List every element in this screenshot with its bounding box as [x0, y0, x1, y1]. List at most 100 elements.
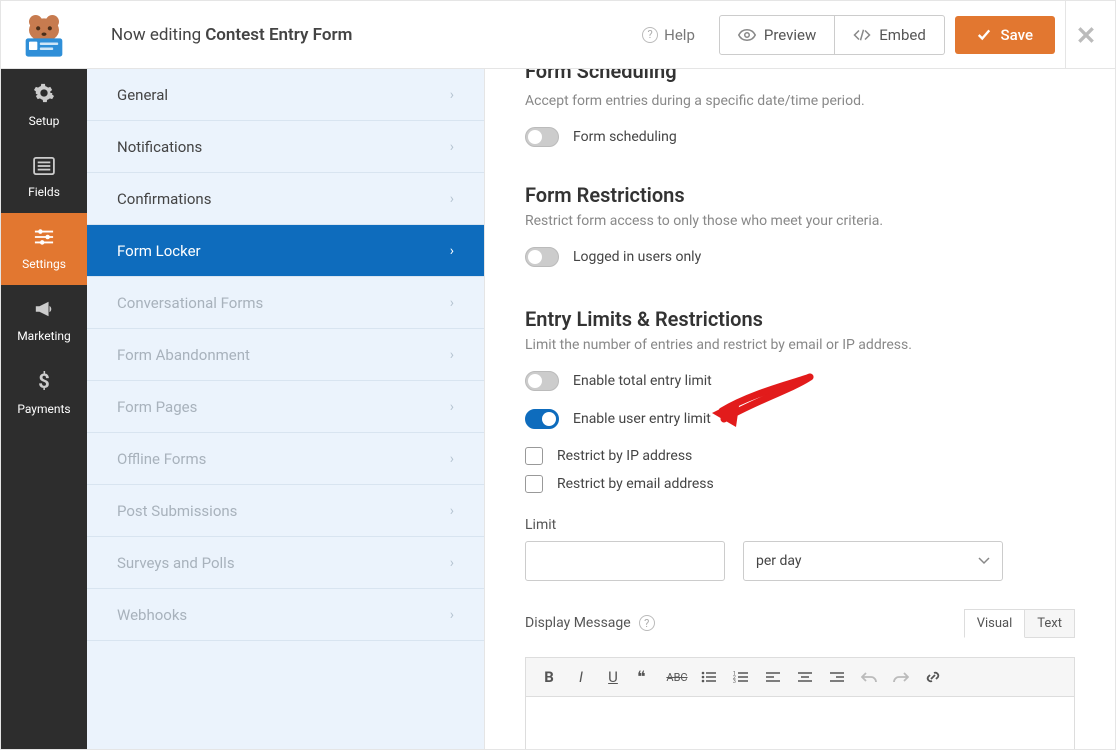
checkbox-restrict-ip[interactable] [525, 447, 543, 465]
rail-item-settings[interactable]: Settings [1, 213, 87, 285]
toggle-label-logged-in: Logged in users only [573, 249, 701, 265]
editing-prefix: Now editing [111, 25, 201, 45]
chevron-right-icon: › [450, 451, 454, 467]
eye-icon [738, 29, 756, 41]
chevron-right-icon: › [450, 243, 454, 259]
bullhorn-icon [33, 299, 55, 324]
tab-visual[interactable]: Visual [964, 609, 1026, 638]
rail-item-setup[interactable]: Setup [1, 69, 87, 141]
subnav-item-post-submissions[interactable]: Post Submissions› [87, 485, 484, 537]
toolbar-link[interactable] [918, 663, 948, 691]
toggle-logged-in-only[interactable] [525, 247, 559, 267]
subnav-item-conversational[interactable]: Conversational Forms› [87, 277, 484, 329]
settings-subnav: General› Notifications› Confirmations› F… [87, 69, 485, 749]
toolbar-quote[interactable]: ❝ [630, 663, 660, 691]
help-icon: ? [642, 27, 658, 43]
section-desc-restrictions: Restrict form access to only those who m… [525, 213, 1075, 229]
check-icon [977, 28, 991, 42]
subnav-item-general[interactable]: General› [87, 69, 484, 121]
save-label: Save [1001, 26, 1033, 44]
chevron-right-icon: › [450, 139, 454, 155]
close-icon [1076, 25, 1096, 45]
section-desc-limits: Limit the number of entries and restrict… [525, 337, 1075, 353]
rail-item-fields[interactable]: Fields [1, 141, 87, 213]
chevron-right-icon: › [450, 555, 454, 571]
chevron-right-icon: › [450, 399, 454, 415]
field-label-limit: Limit [525, 517, 1075, 533]
toggle-total-entry-limit[interactable] [525, 371, 559, 391]
editing-title: Now editing Contest Entry Form [87, 25, 352, 45]
limit-period-value: per day [756, 553, 802, 569]
content-panel: Form Scheduling Accept form entries duri… [485, 69, 1115, 749]
subnav-item-notifications[interactable]: Notifications› [87, 121, 484, 173]
rail-item-payments[interactable]: $ Payments [1, 357, 87, 429]
display-message-editor[interactable] [525, 697, 1075, 749]
toggle-label-scheduling: Form scheduling [573, 129, 677, 145]
chevron-right-icon: › [450, 607, 454, 623]
subnav-item-confirmations[interactable]: Confirmations› [87, 173, 484, 225]
limit-input[interactable] [525, 541, 725, 581]
preview-label: Preview [764, 26, 816, 44]
rail-item-marketing[interactable]: Marketing [1, 285, 87, 357]
subnav-item-webhooks[interactable]: Webhooks› [87, 589, 484, 641]
toggle-label-user-limit: Enable user entry limit [573, 411, 711, 427]
code-icon [853, 28, 871, 42]
tab-text[interactable]: Text [1025, 609, 1075, 638]
toolbar-align-right[interactable] [822, 663, 852, 691]
chevron-right-icon: › [450, 347, 454, 363]
embed-label: Embed [879, 26, 926, 44]
sliders-icon [33, 227, 55, 252]
subnav-item-form-pages[interactable]: Form Pages› [87, 381, 484, 433]
toggle-user-entry-limit[interactable] [525, 409, 559, 429]
subnav-item-abandonment[interactable]: Form Abandonment› [87, 329, 484, 381]
toolbar-number-list[interactable]: 123 [726, 663, 756, 691]
toolbar-underline[interactable]: U [598, 663, 628, 691]
checkbox-label-restrict-email: Restrict by email address [557, 476, 714, 492]
chevron-down-icon [978, 557, 990, 565]
preview-embed-group: Preview Embed [719, 15, 945, 55]
help-link[interactable]: ? Help [642, 26, 695, 44]
list-icon [33, 156, 55, 180]
chevron-right-icon: › [450, 503, 454, 519]
left-nav-rail: Setup Fields Settings Marketing $ Paymen… [1, 69, 87, 749]
dollar-icon: $ [37, 370, 51, 397]
save-button[interactable]: Save [955, 16, 1055, 54]
limit-period-select[interactable]: per day [743, 541, 1003, 581]
rail-label-fields: Fields [28, 185, 60, 199]
gear-icon [33, 82, 55, 109]
toolbar-redo[interactable] [886, 663, 916, 691]
top-actions: ? Help Preview Embed Save [642, 15, 1055, 55]
chevron-right-icon: › [450, 191, 454, 207]
preview-button[interactable]: Preview [719, 15, 835, 55]
section-title-limits: Entry Limits & Restrictions [525, 307, 1075, 331]
section-title-restrictions: Form Restrictions [525, 183, 1075, 207]
toolbar-undo[interactable] [854, 663, 884, 691]
toolbar-strike[interactable]: ABC [662, 663, 692, 691]
close-button[interactable] [1065, 1, 1105, 69]
help-icon[interactable]: ? [639, 615, 655, 631]
svg-text:❝: ❝ [637, 670, 646, 684]
editor-toolbar: B I U ❝ ABC 123 [525, 657, 1075, 697]
embed-button[interactable]: Embed [835, 15, 945, 55]
section-title-scheduling: Form Scheduling [525, 69, 1075, 83]
subnav-item-surveys[interactable]: Surveys and Polls› [87, 537, 484, 589]
rail-label-payments: Payments [17, 402, 70, 416]
subnav-item-form-locker[interactable]: Form Locker› [87, 225, 484, 277]
checkbox-label-restrict-ip: Restrict by IP address [557, 448, 692, 464]
subnav-item-offline[interactable]: Offline Forms› [87, 433, 484, 485]
toggle-form-scheduling[interactable] [525, 127, 559, 147]
form-name: Contest Entry Form [205, 25, 352, 45]
rail-label-marketing: Marketing [17, 329, 71, 343]
toolbar-bold[interactable]: B [534, 663, 564, 691]
toolbar-align-center[interactable] [790, 663, 820, 691]
app-logo [1, 1, 87, 69]
toolbar-bullet-list[interactable] [694, 663, 724, 691]
help-label: Help [664, 26, 695, 44]
field-label-display-message: Display Message [525, 615, 631, 631]
checkbox-restrict-email[interactable] [525, 475, 543, 493]
toolbar-align-left[interactable] [758, 663, 788, 691]
chevron-right-icon: › [450, 87, 454, 103]
toolbar-italic[interactable]: I [566, 663, 596, 691]
rail-label-settings: Settings [22, 257, 66, 271]
svg-text:$: $ [38, 370, 49, 392]
